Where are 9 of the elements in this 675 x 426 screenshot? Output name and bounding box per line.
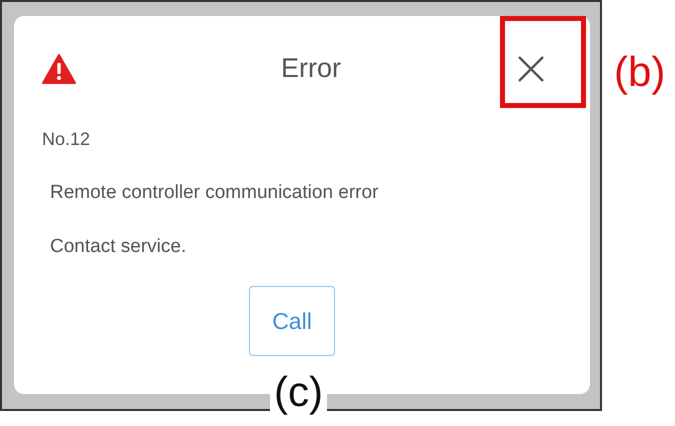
error-message: Remote controller communication error	[49, 182, 380, 204]
call-button[interactable]: Call	[249, 286, 335, 356]
close-icon	[516, 54, 546, 84]
dialog-title: Error	[280, 53, 342, 84]
warning-icon	[42, 54, 76, 84]
error-code: No.12	[42, 129, 92, 150]
instruction-text: Contact service.	[49, 236, 188, 258]
close-button[interactable]	[516, 54, 546, 84]
callout-label: (b)	[614, 48, 666, 96]
